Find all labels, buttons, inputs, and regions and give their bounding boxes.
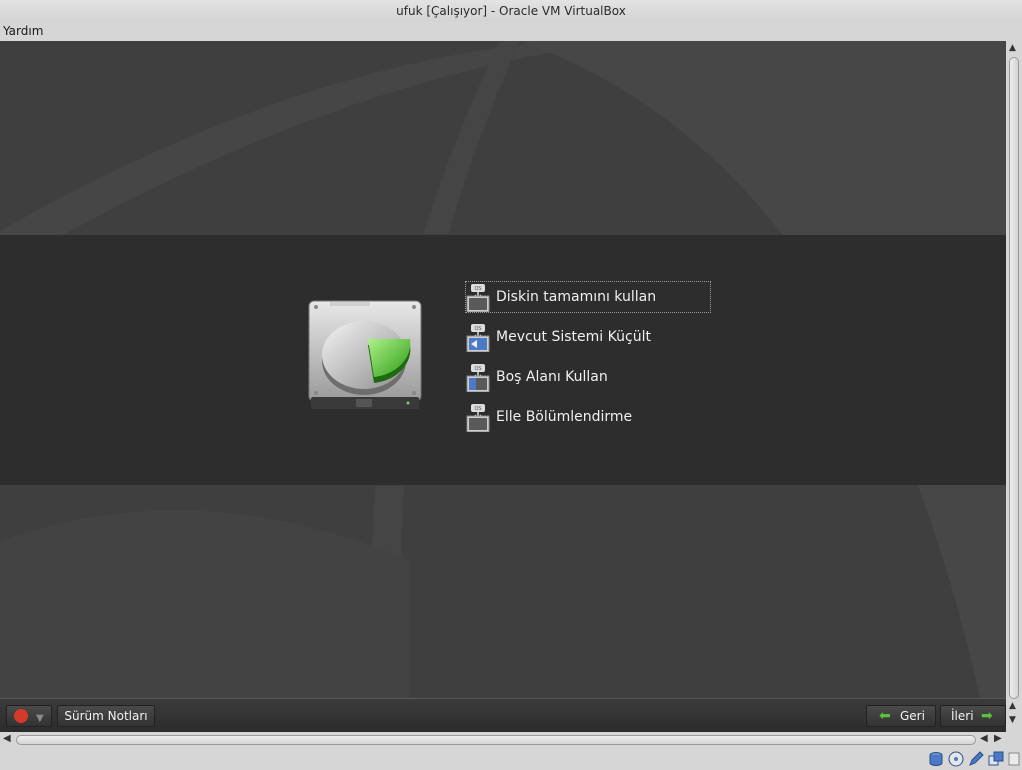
disk-shrink-icon: OS <box>466 324 490 352</box>
hard-disk-icon <box>308 300 422 409</box>
window-icon[interactable] <box>988 751 1004 767</box>
svg-text:OS: OS <box>474 286 481 292</box>
option-label: Boş Alanı Kullan <box>496 369 608 385</box>
svg-text:OS: OS <box>474 326 481 332</box>
option-use-free-space[interactable]: OS Boş Alanı Kullan <box>466 362 710 392</box>
vm-statusbar <box>0 748 1022 770</box>
resize-grip-icon[interactable] <box>1008 751 1020 767</box>
scroll-left-icon[interactable]: ◀ <box>3 733 11 744</box>
vertical-scrollbar[interactable]: ▲ ▲ ▼ <box>1006 41 1022 732</box>
pencil-icon[interactable] <box>968 751 984 767</box>
svg-text:OS: OS <box>474 366 481 372</box>
cd-icon[interactable] <box>948 751 964 767</box>
option-use-entire-disk[interactable]: OS Diskin tamamını kullan <box>465 281 711 313</box>
next-label: İleri <box>951 709 974 723</box>
scroll-left-icon[interactable]: ◀ <box>980 733 988 744</box>
horizontal-scroll-thumb[interactable] <box>16 735 976 745</box>
release-notes-button[interactable]: Sürüm Notları <box>57 705 155 727</box>
content-band <box>0 235 1006 485</box>
virtualbox-window: ufuk [Çalışıyor] - Oracle VM VirtualBox … <box>0 0 1022 770</box>
vertical-scroll-thumb[interactable] <box>1009 57 1019 699</box>
scroll-down-icon[interactable]: ▼ <box>1009 715 1016 725</box>
menu-help[interactable]: Yardım <box>1 22 45 40</box>
option-shrink-system[interactable]: OS Mevcut Sistemi Küçült <box>466 322 710 352</box>
hard-disk-icon[interactable] <box>928 751 944 767</box>
option-label: Elle Bölümlendirme <box>496 409 633 425</box>
option-label: Mevcut Sistemi Küçült <box>496 329 651 345</box>
power-icon <box>14 709 28 723</box>
menubar: Yardım <box>0 22 1022 40</box>
arrow-left-icon: ⬅ <box>879 708 891 724</box>
scroll-up-icon[interactable]: ▲ <box>1009 43 1016 53</box>
installer-button-bar: ▼ Sürüm Notları ⬅ Geri İleri ➡ <box>0 698 1006 732</box>
next-button[interactable]: İleri ➡ <box>940 705 1006 727</box>
svg-text:OS: OS <box>474 406 481 412</box>
disk-manual-icon: OS <box>466 404 490 432</box>
option-manual-partitioning[interactable]: OS Elle Bölümlendirme <box>466 402 710 432</box>
back-label: Geri <box>900 709 925 723</box>
vm-display[interactable]: OS Diskin tamamını kullan OS Mevcut Sist… <box>0 41 1006 698</box>
disk-free-icon: OS <box>466 364 490 392</box>
window-title: ufuk [Çalışıyor] - Oracle VM VirtualBox <box>396 4 626 18</box>
option-label: Diskin tamamını kullan <box>496 289 657 305</box>
disk-full-icon: OS <box>466 284 490 312</box>
power-menu-button[interactable]: ▼ <box>6 705 52 727</box>
horizontal-scrollbar[interactable]: ◀ ◀ ▶ <box>0 732 1006 748</box>
arrow-right-icon: ➡ <box>981 708 993 724</box>
scroll-up-icon[interactable]: ▲ <box>1009 701 1016 711</box>
window-titlebar: ufuk [Çalışıyor] - Oracle VM VirtualBox <box>0 0 1022 22</box>
back-button[interactable]: ⬅ Geri <box>866 705 936 727</box>
chevron-down-icon: ▼ <box>36 713 44 724</box>
scroll-right-icon[interactable]: ▶ <box>994 733 1002 744</box>
